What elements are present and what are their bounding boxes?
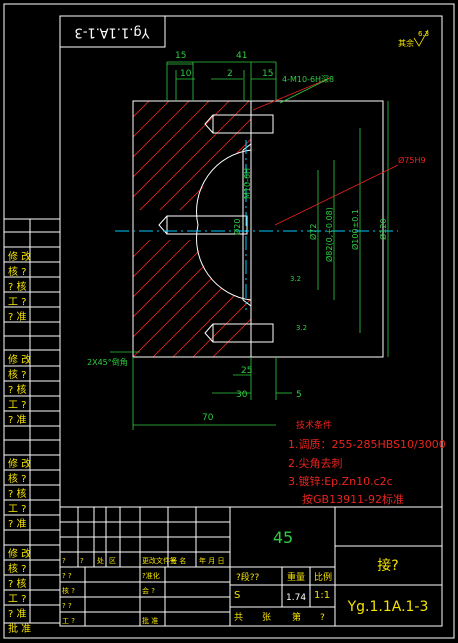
side-label: ? 核	[8, 280, 27, 293]
side-label: 核 ?	[8, 472, 27, 485]
dim-dia100: Ø100±0.1	[350, 209, 360, 250]
tech-item-1: 1.调质：255-285HBS10/3000	[288, 438, 446, 451]
side-label: 核 ?	[8, 265, 27, 278]
side-label: 修 改	[8, 547, 31, 560]
title-row-label: 核 ?	[62, 586, 75, 595]
rotated-drawing-number: Yg.1.1A.1-3	[74, 25, 150, 40]
drawing-number: Yg.1.1A.1-3	[347, 599, 429, 615]
stage-label: ?段??	[236, 571, 260, 583]
side-label: ? 准	[8, 311, 27, 323]
side-label: ? 准	[8, 414, 27, 426]
rev-header: 签 名	[170, 556, 186, 565]
sheets-label: 张	[262, 612, 271, 623]
side-label: 批 准	[8, 622, 31, 635]
side-label: 修 改	[8, 250, 31, 263]
dim-2: 2	[227, 69, 233, 79]
dim-dia120: Ø120	[378, 218, 388, 240]
side-label: 核 ?	[8, 562, 27, 575]
side-label: 工 ?	[8, 594, 27, 605]
scale-value: 1:1	[314, 590, 330, 601]
tech-item-3: 3.镀锌:Ep.Zn10.c2c	[288, 474, 393, 488]
dim-30: 30	[236, 390, 248, 400]
approve2-label: 批 准	[142, 616, 158, 625]
dim-5: 5	[296, 390, 302, 400]
dim-dia20: Ø20	[232, 219, 242, 235]
material: 45	[273, 528, 293, 547]
stage-value: S	[234, 590, 240, 601]
roughness-note: 其余	[398, 38, 414, 48]
dim-70: 70	[202, 413, 214, 423]
side-label: ? 核	[8, 383, 27, 396]
rev-header: ?	[62, 557, 66, 565]
dim-dia72: Ø72	[308, 224, 318, 240]
part-name: 接?	[377, 557, 398, 574]
thread-hole-top	[212, 114, 274, 134]
side-label: ? 准	[8, 608, 27, 620]
dim-25: 25	[241, 366, 252, 376]
tech-item-2: 2.尖角去刺	[288, 457, 343, 470]
rev-header: 处	[97, 556, 104, 565]
dim-dia82: Ø82(0,+0.08)	[324, 207, 334, 262]
rev-header: 年 月 日	[199, 556, 224, 565]
dim-15-top: 15	[175, 51, 186, 61]
side-label: ? 核	[8, 487, 27, 500]
roughness-b: 3.2	[296, 324, 307, 332]
rev-header: 区	[109, 557, 116, 565]
side-label: 修 改	[8, 457, 31, 470]
sheet-no-label: ?	[320, 613, 325, 623]
sheet-label: 第	[292, 611, 301, 623]
dim-41: 41	[236, 51, 247, 61]
tech-item-4: 按GB13911-92标准	[302, 492, 404, 506]
side-label: 修 改	[8, 353, 31, 366]
side-label: 工 ?	[8, 400, 27, 411]
side-label: 核 ?	[8, 368, 27, 381]
thread-callout: 4-M10-6H深8	[282, 75, 334, 84]
bore-diameter: Ø75H9	[398, 155, 426, 165]
thread-label: M10-6H	[243, 168, 252, 199]
approve-label: 会 ?	[142, 586, 155, 595]
title-row-label: 工 ?	[62, 617, 75, 625]
scale-label: 比例	[314, 571, 332, 583]
roughness-a: 3.2	[290, 275, 301, 283]
tech-title: 技术条件	[296, 419, 332, 431]
title-row-label: ? ?	[62, 602, 72, 610]
leader-lines	[252, 77, 399, 226]
weight-label: 重量	[287, 571, 305, 583]
title-row-label: ? ?	[62, 572, 72, 580]
roughness-value: 6.3	[418, 30, 429, 38]
drawing-sheet: Yg.1.1A.1-3 其余 6.3 修 改 核 ? ? 核 工 ? ? 准 修…	[3, 3, 455, 639]
side-label: ? 准	[8, 518, 27, 530]
total-label: 共	[234, 612, 243, 623]
dim-15-right: 15	[262, 69, 273, 79]
chamfer-note: 2X45°倒角	[87, 357, 128, 367]
side-label: ? 核	[8, 577, 27, 590]
side-label: 工 ?	[8, 504, 27, 515]
rev-header: ?	[80, 557, 84, 565]
section-hatch	[133, 101, 251, 357]
side-label: 工 ?	[8, 297, 27, 308]
dim-10: 10	[180, 69, 192, 79]
std-label: ?准化	[142, 571, 160, 580]
weight-value: 1.74	[286, 593, 306, 603]
